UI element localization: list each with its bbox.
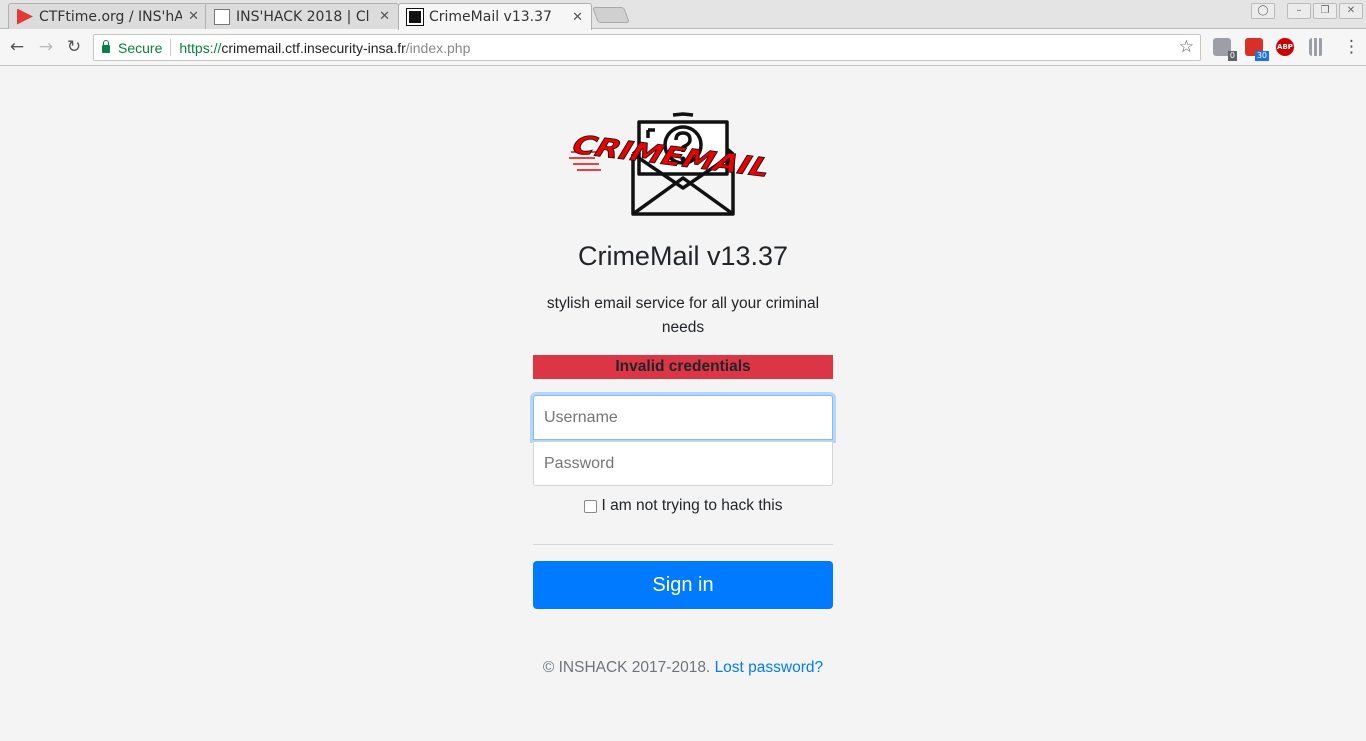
password-field[interactable] xyxy=(533,441,833,486)
tagline: stylish email service for all your crimi… xyxy=(546,295,820,336)
adblock-plus-icon[interactable]: ABP xyxy=(1276,38,1294,56)
back-arrow-icon[interactable]: ← xyxy=(6,36,28,58)
url-host: crimemail.ctf.insecurity-insa.fr xyxy=(221,39,406,56)
footer: © INSHACK 2017-2018. Lost password? xyxy=(433,659,933,677)
checkbox-label: I am not trying to hack this xyxy=(601,497,783,514)
forward-arrow-icon[interactable]: → xyxy=(35,36,57,58)
tab-crimemail[interactable]: CrimeMail v13.37 ✕ xyxy=(398,3,592,30)
tab-title: CrimeMail v13.37 xyxy=(429,9,552,25)
lost-password-link[interactable]: Lost password? xyxy=(715,659,824,676)
document-icon xyxy=(214,8,230,25)
lock-icon xyxy=(102,40,110,53)
extension-badge: 0 xyxy=(1227,51,1237,61)
minimize-icon[interactable]: – xyxy=(1287,3,1311,19)
address-bar[interactable]: Secure https:// crimemail.ctf.insecurity… xyxy=(93,34,1201,61)
extension-3-icon[interactable] xyxy=(1309,38,1323,56)
tab-inshack[interactable]: INS'HACK 2018 | Cl ✕ xyxy=(205,3,399,29)
form-divider xyxy=(533,544,833,545)
browser-toolbar: ← → ↻ Secure https:// crimemail.ctf.inse… xyxy=(0,29,1366,66)
close-tab-icon[interactable]: ✕ xyxy=(572,10,583,25)
url-path: /index.php xyxy=(405,39,471,56)
browser-menu-icon[interactable]: ⋮ xyxy=(1343,38,1360,56)
close-tab-icon[interactable]: ✕ xyxy=(188,9,199,24)
crimemail-logo: CRIMEMAIL xyxy=(569,112,775,216)
page-title: CrimeMail v13.37 xyxy=(577,241,789,271)
tab-title: CTFtime.org / INS'hA xyxy=(39,8,183,25)
maximize-icon[interactable]: ❐ xyxy=(1313,3,1337,19)
close-tab-icon[interactable]: ✕ xyxy=(379,9,390,24)
new-tab-button[interactable] xyxy=(592,7,630,23)
extension-2-icon[interactable]: 30 xyxy=(1245,38,1269,61)
omnibox-separator xyxy=(170,39,172,56)
sign-in-button[interactable]: Sign in xyxy=(533,561,833,609)
login-page: CRIMEMAIL CrimeMail v13.37 stylish email… xyxy=(0,67,1366,741)
not-hacking-checkbox-row[interactable]: I am not trying to hack this xyxy=(533,497,833,515)
tab-ctftime[interactable]: CTFtime.org / INS'hA ✕ xyxy=(8,3,208,29)
not-hacking-checkbox[interactable] xyxy=(583,499,597,513)
close-window-icon[interactable]: ✕ xyxy=(1339,3,1363,19)
error-alert: Invalid credentials xyxy=(533,355,833,379)
secure-label: Secure xyxy=(118,39,163,56)
bookmark-star-icon[interactable]: ☆ xyxy=(1179,37,1194,57)
tab-title: INS'HACK 2018 | Cl xyxy=(236,8,370,25)
crimemail-favicon-icon xyxy=(406,8,424,26)
copyright-text: © INSHACK 2017-2018. xyxy=(542,659,711,676)
profile-icon[interactable]: ◯ xyxy=(1251,3,1275,19)
reload-icon[interactable]: ↻ xyxy=(63,36,85,58)
extension-badge: 30 xyxy=(1254,51,1269,61)
extension-1-icon[interactable]: 0 xyxy=(1213,38,1237,61)
ctftime-flag-icon xyxy=(17,8,33,25)
url-scheme: https:// xyxy=(179,39,222,56)
username-field[interactable] xyxy=(533,395,833,440)
tab-strip: CTFtime.org / INS'hA ✕ INS'HACK 2018 | C… xyxy=(0,0,1366,30)
